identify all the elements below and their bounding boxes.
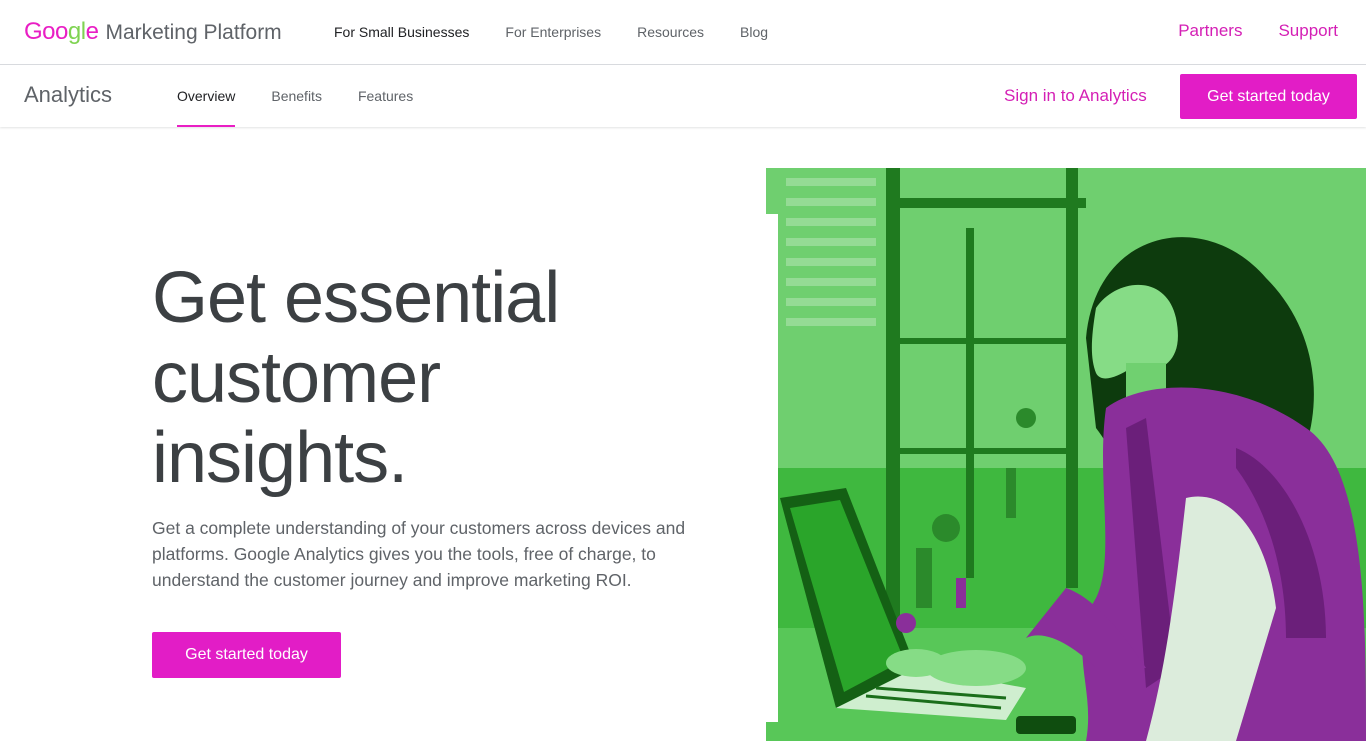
header-get-started-button[interactable]: Get started today xyxy=(1180,74,1357,119)
hero-title-line: Get essential xyxy=(152,258,560,338)
top-nav-resources[interactable]: Resources xyxy=(637,24,704,40)
support-link[interactable]: Support xyxy=(1278,21,1338,41)
tab-features[interactable]: Features xyxy=(358,65,413,127)
hero-title: Get essential customer insights. xyxy=(152,258,732,498)
partners-link[interactable]: Partners xyxy=(1178,21,1242,41)
top-nav-enterprises[interactable]: For Enterprises xyxy=(505,24,601,40)
product-title: Analytics xyxy=(24,82,113,107)
top-header: Google Marketing Platform For Small Busi… xyxy=(0,0,1366,65)
image-edge-notch xyxy=(766,214,778,722)
hero-title-line: insights. xyxy=(152,418,408,498)
product-tabs: Overview Benefits Features xyxy=(177,65,449,127)
hero-image xyxy=(766,168,1366,741)
tab-overview[interactable]: Overview xyxy=(177,65,236,127)
google-wordmark: Google xyxy=(24,18,99,45)
google-marketing-platform-logo[interactable]: Google Marketing Platform xyxy=(24,18,282,46)
hero-title-line: customer xyxy=(152,338,441,418)
top-right-links: Partners Support xyxy=(1142,21,1338,41)
top-nav-blog[interactable]: Blog xyxy=(740,24,768,40)
sign-in-link[interactable]: Sign in to Analytics xyxy=(1004,86,1147,106)
top-nav: For Small Businesses For Enterprises Res… xyxy=(334,24,804,40)
woman-with-laptop-image xyxy=(766,168,1366,741)
hero-description: Get a complete understanding of your cus… xyxy=(152,518,686,590)
product-name: Marketing Platform xyxy=(105,21,282,44)
tab-benefits[interactable]: Benefits xyxy=(271,65,322,127)
product-subheader: Analytics Overview Benefits Features Sig… xyxy=(0,65,1366,127)
hero-get-started-button[interactable]: Get started today xyxy=(152,632,341,678)
top-nav-small-businesses[interactable]: For Small Businesses xyxy=(334,24,469,40)
